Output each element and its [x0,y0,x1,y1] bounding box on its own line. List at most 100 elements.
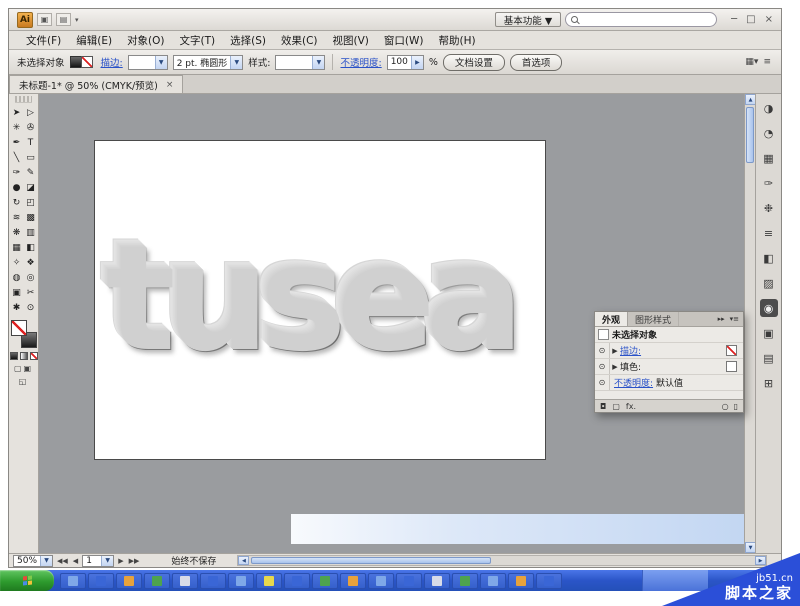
symbol-sprayer-tool[interactable]: ❋ [10,225,24,240]
width-tool[interactable]: ≋ [10,210,24,225]
opacity-row-link[interactable]: 不透明度: [614,376,653,389]
magic-wand-tool[interactable]: ✳ [10,120,24,135]
taskbar-item[interactable] [424,573,450,589]
taskbar-item[interactable] [536,573,562,589]
tab-close-icon[interactable]: × [166,80,174,90]
preferences-button[interactable]: 首选项 [510,54,563,71]
rectangle-tool[interactable]: ▭ [24,150,38,165]
arrange-documents-icon[interactable]: ▤ [56,13,71,26]
taskbar-item[interactable] [452,573,478,589]
brush-definition-combo[interactable]: 2 pt. 椭圆形 ▼ [173,55,244,70]
delete-item-icon[interactable]: ▯ [734,402,738,411]
menu-item[interactable]: 帮助(H) [432,32,483,49]
appearance-panel-icon[interactable]: ◉ [760,299,778,317]
gradient-mode-button[interactable] [20,352,28,360]
menu-item[interactable]: 编辑(E) [69,32,119,49]
hand-tool[interactable]: ✱ [10,300,24,315]
appearance-row-stroke[interactable]: ⊙ ▶ 描边: [595,343,743,359]
taskbar-item[interactable] [312,573,338,589]
color-mode-button[interactable] [10,352,18,360]
next-artboard-icon[interactable]: ▶ [117,557,124,565]
slice-tool[interactable]: ✂ [24,285,38,300]
taskbar-item[interactable] [88,573,114,589]
taskbar-item[interactable] [144,573,170,589]
toolbox-drag-handle[interactable] [15,96,32,103]
chevron-down-icon[interactable]: ▼ [40,556,52,566]
visibility-eye-icon[interactable]: ⊙ [595,343,610,358]
arrange-dropdown-icon[interactable]: ▾ [75,16,79,24]
none-mode-button[interactable] [30,352,38,360]
taskbar-item[interactable] [340,573,366,589]
menu-item[interactable]: 效果(C) [274,32,325,49]
last-artboard-icon[interactable]: ▶▶ [128,557,141,565]
prev-artboard-icon[interactable]: ◀ [72,557,79,565]
chevron-down-icon[interactable]: ▼ [312,56,324,69]
chevron-down-icon[interactable]: ▼ [101,556,113,566]
appearance-row-opacity[interactable]: ⊙ 不透明度: 默认值 [595,375,743,391]
taskbar-item[interactable] [228,573,254,589]
swatches-panel-icon[interactable]: ▦ [760,149,778,167]
menu-item[interactable]: 对象(O) [120,32,171,49]
system-tray[interactable] [642,570,708,591]
scale-tool[interactable]: ◰ [24,195,38,210]
free-transform-tool[interactable]: ▩ [24,210,38,225]
color-guide-panel-icon[interactable]: ◔ [760,124,778,142]
menu-item[interactable]: 视图(V) [326,32,376,49]
artboard[interactable]: tusea [94,140,546,460]
artboard-tool[interactable]: ▣ [10,285,24,300]
horizontal-scroll-thumb[interactable] [251,557,491,564]
taskbar-item[interactable] [508,573,534,589]
menu-item[interactable]: 文字(T) [173,32,223,49]
drawing-mode-buttons[interactable]: ▢▣ [9,364,38,373]
layers-panel-icon[interactable]: ▤ [760,349,778,367]
expand-arrow-icon[interactable]: ▶ [610,347,620,355]
graphic-styles-panel-icon[interactable]: ▣ [760,324,778,342]
style-combo[interactable]: ▼ [275,55,325,70]
vertical-scroll-thumb[interactable] [746,107,754,163]
stroke-none-swatch[interactable] [81,56,93,68]
document-tab[interactable]: 未标题-1* @ 50% (CMYK/预览) × [9,75,183,93]
search-input[interactable] [582,14,711,25]
live-paint-selection-tool[interactable]: ◎ [24,270,38,285]
new-fill-icon[interactable]: ▢ [612,402,620,411]
clear-appearance-icon[interactable]: ○ [722,402,729,411]
first-artboard-icon[interactable]: ◀◀ [56,557,69,565]
selection-tool[interactable]: ➤ [10,105,24,120]
screen-mode-button[interactable]: ◱ [9,377,38,386]
blend-tool[interactable]: ❖ [24,255,38,270]
menu-item[interactable]: 窗口(W) [377,32,431,49]
panel-menu-icon[interactable]: ▾≡ [730,315,739,323]
paintbrush-tool[interactable]: ✑ [10,165,24,180]
opacity-link[interactable]: 不透明度: [340,55,381,69]
stroke-weight-combo[interactable]: ▼ [128,55,168,70]
stroke-panel-icon[interactable]: ≡ [760,224,778,242]
new-document-icon[interactable]: ▣ [37,13,52,26]
artboard-3d-text[interactable]: tusea [107,227,515,373]
direct-selection-tool[interactable]: ▷ [24,105,38,120]
close-button[interactable]: × [765,14,773,25]
fill-swatch[interactable] [726,361,737,372]
chevron-down-icon[interactable]: ▼ [230,56,242,69]
gradient-panel-icon[interactable]: ◧ [760,249,778,267]
navigator-panel-icon[interactable]: ⊞ [760,374,778,392]
pencil-tool[interactable]: ✎ [24,165,38,180]
taskbar-item[interactable] [396,573,422,589]
expand-arrow-icon[interactable]: ▶ [610,363,620,371]
taskbar-item[interactable] [480,573,506,589]
taskbar-item[interactable] [116,573,142,589]
taskbar-item[interactable] [172,573,198,589]
fill-stroke-indicator[interactable] [70,54,96,71]
visibility-eye-icon[interactable]: ⊙ [595,375,610,390]
tab-graphic-styles[interactable]: 图形样式 [628,312,679,326]
transparency-panel-icon[interactable]: ▨ [760,274,778,292]
visibility-eye-icon[interactable]: ⊙ [595,359,610,374]
line-segment-tool[interactable]: ╲ [10,150,24,165]
rotate-tool[interactable]: ↻ [10,195,24,210]
taskbar-item[interactable] [200,573,226,589]
tab-appearance[interactable]: 外观 [595,312,628,326]
chevron-right-icon[interactable]: ▶ [411,56,423,69]
stroke-none-swatch[interactable] [726,345,737,356]
vertical-scrollbar[interactable]: ▲ ▼ [744,94,755,553]
scroll-right-icon[interactable]: ▶ [755,556,766,565]
eyedropper-tool[interactable]: ✧ [10,255,24,270]
